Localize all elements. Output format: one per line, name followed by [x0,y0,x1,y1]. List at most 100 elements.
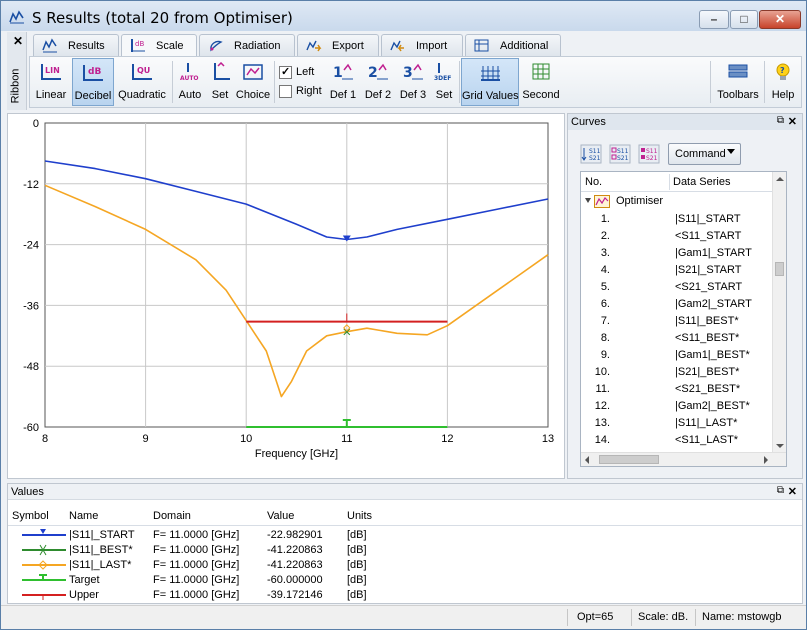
tree-row[interactable]: 11. <S21_BEST* [581,380,774,397]
help-lightbulb-icon: ? [776,63,790,80]
values-panel-header: Values ⧉ ✕ [8,484,802,500]
column-divider[interactable] [669,174,670,190]
x-tick-label: 13 [542,433,554,445]
linear-button[interactable]: LIN Linear [32,58,70,106]
minimize-button[interactable]: – [699,10,729,29]
left-axis-checkbox[interactable]: ✓ [279,66,292,79]
svg-text:2: 2 [368,65,378,81]
tree-row[interactable]: 5. <S21_START [581,278,774,295]
grid-values-label: Grid Values [462,90,519,102]
values-row[interactable]: |S11|_BEST* F= 11.0000 [GHz] -41.220863 [dB… [8,543,802,557]
ribbon-close-icon[interactable]: ✕ [13,34,23,48]
tree-row[interactable]: 8. <S11_BEST* [581,329,774,346]
values-title: Values [11,486,44,498]
value-cell-domain: F= 11.0000 [GHz] [153,589,240,601]
help-button[interactable]: ? Help [767,58,799,106]
tab-results[interactable]: Results [33,34,119,56]
s-parameter-chart[interactable]: 8 9 10 11 12 13 0 -12 -24 -36 -48 -60 Frequency [GHz… [8,114,564,478]
auto-button[interactable]: AUTO Auto [175,58,205,106]
tree-row[interactable]: 10. |S21|_BEST* [581,363,774,380]
status-divider [631,609,632,626]
tab-export[interactable]: Export [297,34,379,56]
decibel-label: Decibel [74,90,112,102]
value-cell-units: [dB] [347,544,367,556]
tab-import[interactable]: Import [381,34,463,56]
auto-label: Auto [178,89,202,101]
values-row[interactable]: Target F= 11.0000 [GHz] -60.000000 [dB] [8,573,802,587]
hscroll-thumb[interactable] [599,455,659,464]
choice-button[interactable]: Choice [235,58,271,106]
import-icon [390,40,404,52]
scroll-right-icon[interactable] [764,456,768,464]
set-def-button[interactable]: 3DEF Set [431,58,457,106]
svg-text:AUTO: AUTO [180,75,199,82]
column-series-header[interactable]: Data Series [673,176,730,188]
tree-row[interactable]: 4. |S21|_START [581,261,774,278]
values-row[interactable]: |S11|_START F= 11.0000 [GHz] -22.982901 [dB… [8,528,802,542]
tree-row[interactable]: 9. |Gam1|_BEST* [581,346,774,363]
def3-button[interactable]: 3 Def 3 [396,58,430,106]
tab-scale[interactable]: dB Scale [121,34,197,58]
values-row[interactable]: Upper F= 11.0000 [GHz] -39.172146 [dB] [8,588,802,602]
horizontal-scrollbar[interactable] [581,452,786,466]
close-panel-icon[interactable]: ✕ [788,115,797,128]
right-axis-label: Right [296,85,322,97]
data-series-tree[interactable]: No. Data Series Optimiser 1. |S11|_START 2… [580,171,787,467]
tab-additional[interactable]: Additional [465,34,561,56]
y-tick-label: -24 [23,240,39,252]
vertical-scrollbar[interactable] [772,172,786,453]
tree-row[interactable]: 2. <S11_START [581,227,774,244]
pin-icon[interactable]: ⧉ [777,485,784,496]
set-scale-button[interactable]: Set [207,58,233,106]
left-axis-label: Left [296,66,315,78]
series-number: 9. [600,349,610,361]
close-button[interactable]: ✕ [759,10,801,29]
name-header[interactable]: Name [69,510,98,522]
value-cell-units: [dB] [347,559,367,571]
tree-header: No. Data Series [581,172,774,192]
def1-button[interactable]: 1 Def 1 [326,58,360,106]
grid-values-button[interactable]: Grid Values [461,58,519,106]
tree-row[interactable]: 13. |S11|_LAST* [581,414,774,431]
tree-row[interactable]: 12. |Gam2|_BEST* [581,397,774,414]
expand-arrow-icon[interactable] [585,198,591,203]
toolbars-button[interactable]: Toolbars [714,58,762,106]
scroll-up-icon[interactable] [776,177,784,181]
right-axis-checkbox[interactable] [279,85,292,98]
tree-row[interactable]: 6. |Gam2|_START [581,295,774,312]
value-header[interactable]: Value [267,510,294,522]
symbol-header[interactable]: Symbol [12,510,49,522]
scroll-down-icon[interactable] [776,444,784,448]
tree-group-optimiser[interactable]: Optimiser [581,193,774,210]
domain-header[interactable]: Domain [153,510,191,522]
sort-curves-icon[interactable]: S11S21 [580,144,602,164]
tree-row[interactable]: 1. |S11|_START [581,210,774,227]
value-cell-domain: F= 11.0000 [GHz] [153,559,240,571]
series-name: <S11_BEST* [675,332,740,344]
command-dropdown[interactable]: Command [668,143,741,165]
values-row[interactable]: |S11|_LAST* F= 11.0000 [GHz] -41.220863 [dB… [8,558,802,572]
copy-curves-icon[interactable]: S11S21 [638,144,660,164]
tree-row[interactable]: 3. |Gam1|_START [581,244,774,261]
pin-icon[interactable]: ⧉ [777,115,784,126]
maximize-button[interactable]: □ [730,10,758,29]
close-panel-icon[interactable]: ✕ [788,485,797,498]
value-cell-name: Upper [69,589,99,601]
units-header[interactable]: Units [347,510,372,522]
column-no-header[interactable]: No. [585,176,602,188]
series-name: |Gam1|_BEST* [675,349,750,361]
tab-radiation[interactable]: Radiation [199,34,295,56]
quadratic-button[interactable]: QU Quadratic [116,58,168,106]
decibel-button[interactable]: dB Decibel [72,58,114,106]
scroll-thumb[interactable] [775,262,784,276]
tree-row[interactable]: 7. |S11|_BEST* [581,312,774,329]
tree-row[interactable]: 14. <S11_LAST* [581,431,774,448]
def2-button[interactable]: 2 Def 2 [361,58,395,106]
compare-curves-icon[interactable]: S11S21 [609,144,631,164]
radiation-icon [210,40,223,52]
window-title: S Results (total 20 from Optimiser) [32,9,293,27]
plot-area[interactable]: 8 9 10 11 12 13 0 -12 -24 -36 -48 -60 Frequency [GHz… [7,113,565,479]
second-button[interactable]: Second [521,58,561,106]
status-name: Name: mstowgb [702,611,782,623]
scroll-left-icon[interactable] [585,456,589,464]
